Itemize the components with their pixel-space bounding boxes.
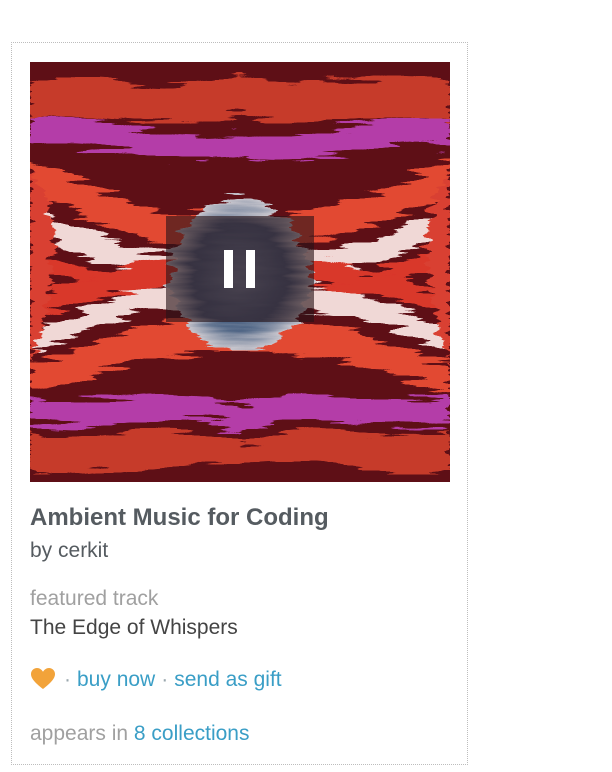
pause-icon (224, 250, 233, 288)
separator: · (64, 668, 71, 691)
action-row: · buy now · send as gift (30, 667, 282, 693)
buy-now-link[interactable]: buy now (77, 668, 155, 692)
send-as-gift-link[interactable]: send as gift (174, 668, 281, 692)
collections-prefix: appears in (30, 722, 129, 745)
album-card: Ambient Music for Coding by cerkit featu… (11, 42, 468, 765)
pause-icon-bar (246, 250, 255, 288)
heart-icon[interactable] (30, 667, 58, 693)
artist-line: by cerkit (30, 539, 109, 562)
featured-track-label: featured track (30, 587, 159, 610)
pause-button[interactable] (166, 216, 314, 322)
album-title[interactable]: Ambient Music for Coding (30, 504, 329, 532)
collections-link[interactable]: 8 collections (134, 722, 250, 745)
separator: · (161, 668, 169, 691)
album-artwork[interactable] (30, 62, 450, 482)
collections-line: appears in 8 collections (30, 722, 249, 746)
featured-track-name[interactable]: The Edge of Whispers (30, 616, 238, 640)
